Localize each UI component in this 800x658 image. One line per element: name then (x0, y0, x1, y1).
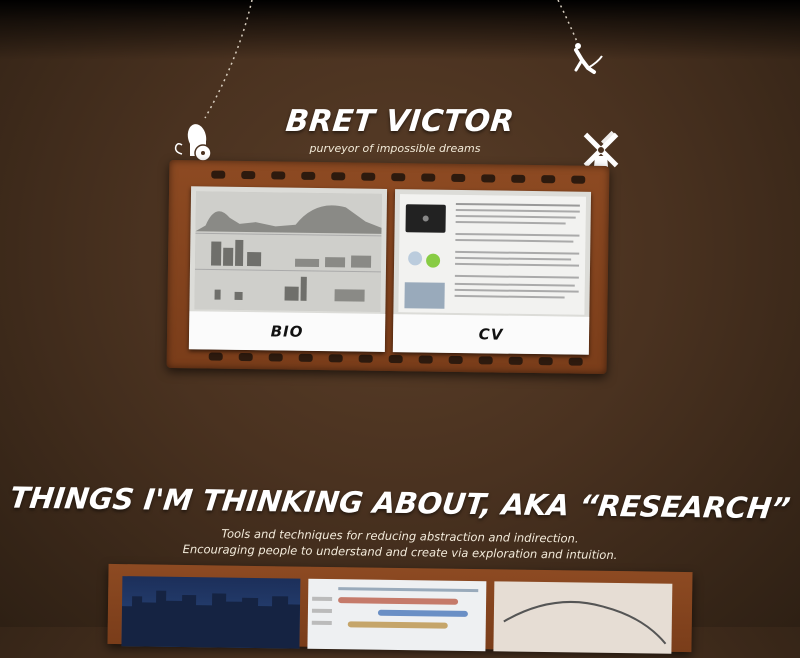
bio-chart-graphic (194, 191, 383, 312)
sprocket (301, 171, 316, 180)
bio-label: BIO (188, 311, 386, 352)
sprocket (361, 172, 376, 181)
research-thumbnail[interactable] (307, 578, 487, 652)
research-thumbnail[interactable] (493, 581, 673, 654)
portfolio-filmstrip: BIO CV (166, 159, 610, 375)
bio-link[interactable]: BIO (188, 186, 388, 352)
cv-link[interactable]: CV (392, 189, 592, 355)
sprocket (541, 175, 556, 184)
curve-graphic (503, 600, 667, 645)
sprocket (391, 173, 406, 182)
site-title[interactable]: BRET VICTOR (0, 104, 800, 139)
sprocket (358, 354, 373, 363)
sprocket (331, 172, 346, 181)
sprocket (511, 174, 526, 183)
sprocket (481, 174, 496, 183)
cv-document-thumbnail (398, 194, 587, 315)
sprocket (538, 357, 553, 366)
sprocket (238, 352, 253, 362)
research-filmstrip (107, 563, 693, 654)
sprocket (418, 355, 433, 364)
sprocket (298, 353, 313, 362)
sprocket (271, 171, 286, 180)
sprocket (568, 357, 583, 366)
sprocket (508, 356, 523, 365)
site-tagline: purveyor of impossible dreams (309, 142, 481, 155)
timeline-graphic (311, 587, 479, 629)
research-thumbnail[interactable] (121, 576, 301, 649)
bio-chart-thumbnail (194, 191, 383, 312)
sprocket (241, 170, 256, 180)
research-title[interactable]: THINGS I'M THINKING ABOUT, AKA “RESEARCH… (0, 480, 800, 526)
sprocket (328, 354, 343, 363)
cv-document-graphic (398, 194, 587, 315)
sprocket (388, 355, 403, 364)
city-skyline-graphic (121, 590, 301, 649)
sprocket (268, 353, 283, 362)
sprocket (448, 355, 463, 365)
sprocket (451, 173, 466, 183)
sprocket (571, 175, 586, 184)
sprocket (421, 173, 436, 182)
sprocket (208, 352, 223, 361)
sprocket (478, 356, 493, 365)
sprocket (211, 170, 226, 179)
cv-label: CV (392, 314, 590, 355)
acrobat-icon (574, 43, 603, 74)
